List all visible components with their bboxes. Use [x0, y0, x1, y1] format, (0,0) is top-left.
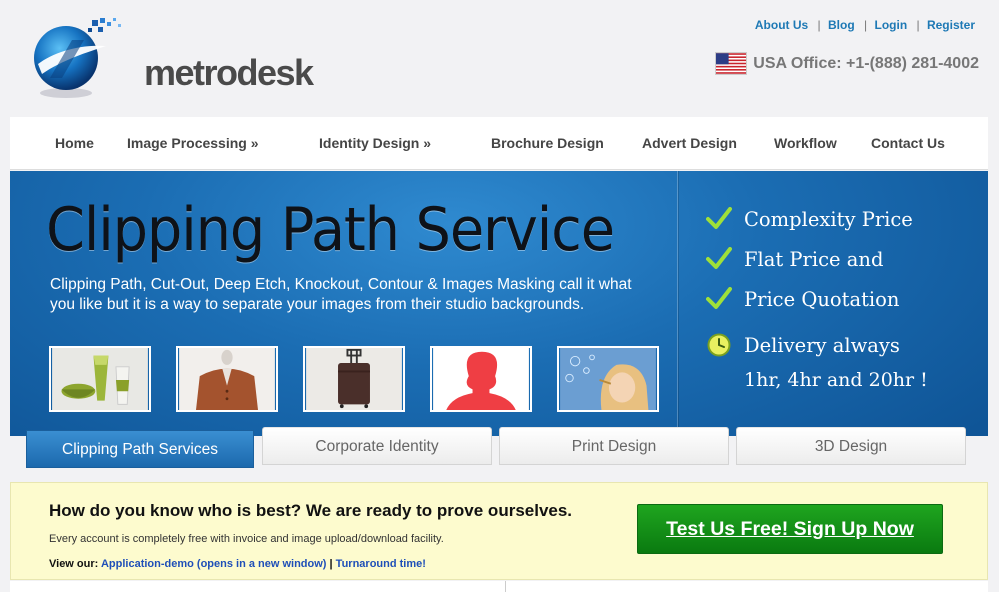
top-links: About Us | Blog | Login | Register	[755, 18, 975, 32]
logo-globe-icon	[34, 18, 121, 98]
promo-description: Every account is completely free with in…	[49, 533, 444, 545]
promo-heading: How do you know who is best? We are read…	[49, 501, 573, 520]
column-divider	[505, 581, 506, 592]
promo-box: How do you know who is best? We are read…	[10, 482, 988, 580]
tab-corporate-identity[interactable]: Corporate Identity	[262, 427, 492, 465]
feature-delivery: Delivery always	[706, 333, 900, 357]
nav-home[interactable]: Home	[55, 135, 94, 151]
feature-label: Price Quotation	[744, 287, 900, 311]
link-separator: |	[864, 18, 868, 32]
thumbnail-suitcase[interactable]	[303, 346, 405, 412]
nav-brochure-design[interactable]: Brochure Design	[491, 135, 604, 151]
tab-print-design[interactable]: Print Design	[499, 427, 729, 465]
feature-flat-price: Flat Price and	[706, 247, 883, 271]
hero-subtitle: Clipping Path, Cut-Out, Deep Etch, Knock…	[50, 276, 632, 313]
nav-advert-design[interactable]: Advert Design	[642, 135, 737, 151]
logo[interactable]: metrodesk	[32, 14, 314, 104]
turnaround-time-link[interactable]: Turnaround time!	[336, 558, 426, 570]
thumbnail-silhouette[interactable]	[430, 346, 532, 412]
sign-up-button[interactable]: Test Us Free! Sign Up Now	[637, 504, 943, 554]
office-phone: USA Office: +1-(888) 281-4002	[753, 54, 979, 72]
application-demo-link[interactable]: Application-demo (opens in a new window)	[101, 558, 327, 570]
link-separator: |	[916, 18, 920, 32]
thumbnail-mannequin[interactable]	[176, 346, 278, 412]
delivery-times: 1hr, 4hr and 20hr !	[744, 369, 928, 391]
feature-label: Complexity Price	[744, 207, 913, 231]
thumbnail-vases[interactable]	[49, 346, 151, 412]
thumbnail-bubbles[interactable]	[557, 346, 659, 412]
nav-identity-design[interactable]: Identity Design »	[319, 135, 431, 151]
hero-divider	[677, 171, 678, 436]
nav-image-processing[interactable]: Image Processing »	[127, 135, 259, 151]
feature-complexity-price: Complexity Price	[706, 207, 913, 231]
tab-clipping-path-services[interactable]: Clipping Path Services	[26, 430, 254, 468]
nav-workflow[interactable]: Workflow	[774, 135, 837, 151]
check-icon	[706, 207, 732, 229]
login-link[interactable]: Login	[875, 18, 908, 32]
promo-link-separator: |	[329, 558, 333, 570]
feature-label: Flat Price and	[744, 247, 884, 271]
register-link[interactable]: Register	[927, 18, 975, 32]
hero-title: Clipping Path Service	[46, 195, 615, 265]
content-area	[10, 581, 988, 592]
feature-price-quotation: Price Quotation	[706, 287, 899, 311]
clock-icon	[707, 333, 731, 357]
feature-label: Delivery always	[744, 333, 900, 357]
logo-wordmark: metrodesk	[144, 52, 314, 93]
check-icon	[706, 247, 732, 269]
nav-contact-us[interactable]: Contact Us	[871, 135, 945, 151]
link-separator: |	[817, 18, 821, 32]
main-nav: Home Image Processing » Identity Design …	[10, 117, 988, 170]
view-label: View our:	[49, 558, 99, 570]
tab-3d-design[interactable]: 3D Design	[736, 427, 966, 465]
blog-link[interactable]: Blog	[828, 18, 855, 32]
about-us-link[interactable]: About Us	[755, 18, 808, 32]
hero-banner: Clipping Path Service Clipping Path, Cut…	[10, 171, 988, 436]
us-flag-icon	[715, 52, 748, 75]
check-icon	[706, 287, 732, 309]
office-info: USA Office: +1-(888) 281-4002	[715, 52, 979, 75]
promo-links: View our: Application-demo (opens in a n…	[49, 558, 426, 570]
